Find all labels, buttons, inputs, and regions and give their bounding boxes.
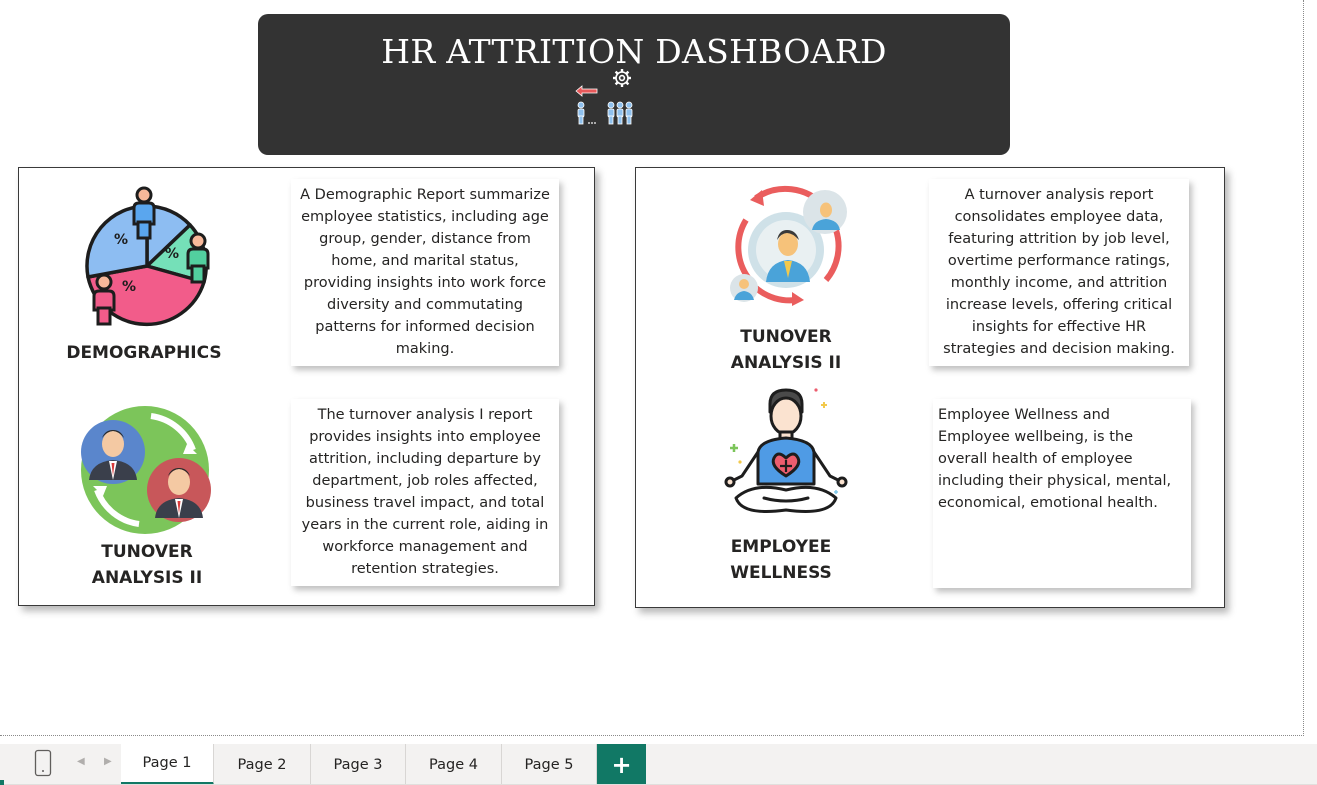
turnover-analysis-two-description: A turnover analysis report consolidates … [929,179,1189,366]
report-card-right: TUNOVER ANALYSIS II A turnover analysis … [635,167,1225,608]
svg-text:%: % [122,279,136,295]
tab-page-5[interactable]: Page 5 [502,744,597,785]
report-card-left: %%% DEMOGRAPHICS A Demographic Report su… [18,167,595,606]
label-line: WELLNESS [730,563,832,583]
meditation-wellness-icon [724,388,848,513]
label-line: TUNOVER [101,542,193,562]
svg-text:%: % [114,232,128,248]
canvas-border [1303,0,1304,736]
demographics-pie-people-icon: %%% [85,186,210,327]
label-line: ANALYSIS II [730,353,842,373]
turnover-analysis-one-label: TUNOVER ANALYSIS II [62,539,232,591]
employee-wellness-label: EMPLOYEE WELLNESS [696,534,866,586]
title-panel: HR ATTRITION DASHBOARD [258,14,1010,155]
employee-rotation-icon [730,185,847,306]
turnover-analysis-one-description: The turnover analysis I report provides … [291,399,559,586]
attrition-people-gear-icon [575,69,633,125]
tab-page-1[interactable]: Page 1 [121,744,214,785]
label-line: EMPLOYEE [730,537,832,557]
demographics-label: DEMOGRAPHICS [66,343,222,363]
tab-page-3[interactable]: Page 3 [311,744,406,785]
employee-exchange-icon [81,406,211,534]
mobile-layout-icon[interactable] [34,749,52,777]
demographics-description: A Demographic Report summarize employee … [291,179,559,366]
label-line: TUNOVER [740,327,832,347]
next-page-icon[interactable]: ▶ [104,756,112,767]
previous-page-icon[interactable]: ◀ [77,756,85,767]
add-page-button[interactable]: + [597,744,646,785]
canvas-border [0,735,1304,736]
page-tab-bar: ◀ ▶ Page 1 Page 2 Page 3 Page 4 Page 5 + [0,744,1317,785]
tab-page-2[interactable]: Page 2 [214,744,311,785]
label-line: ANALYSIS II [91,568,203,588]
tab-page-4[interactable]: Page 4 [406,744,502,785]
turnover-analysis-two-label: TUNOVER ANALYSIS II [701,324,871,376]
accent-marker [0,780,4,785]
svg-text:%: % [165,246,179,262]
employee-wellness-description: Employee Wellness and Employee wellbeing… [933,399,1191,588]
